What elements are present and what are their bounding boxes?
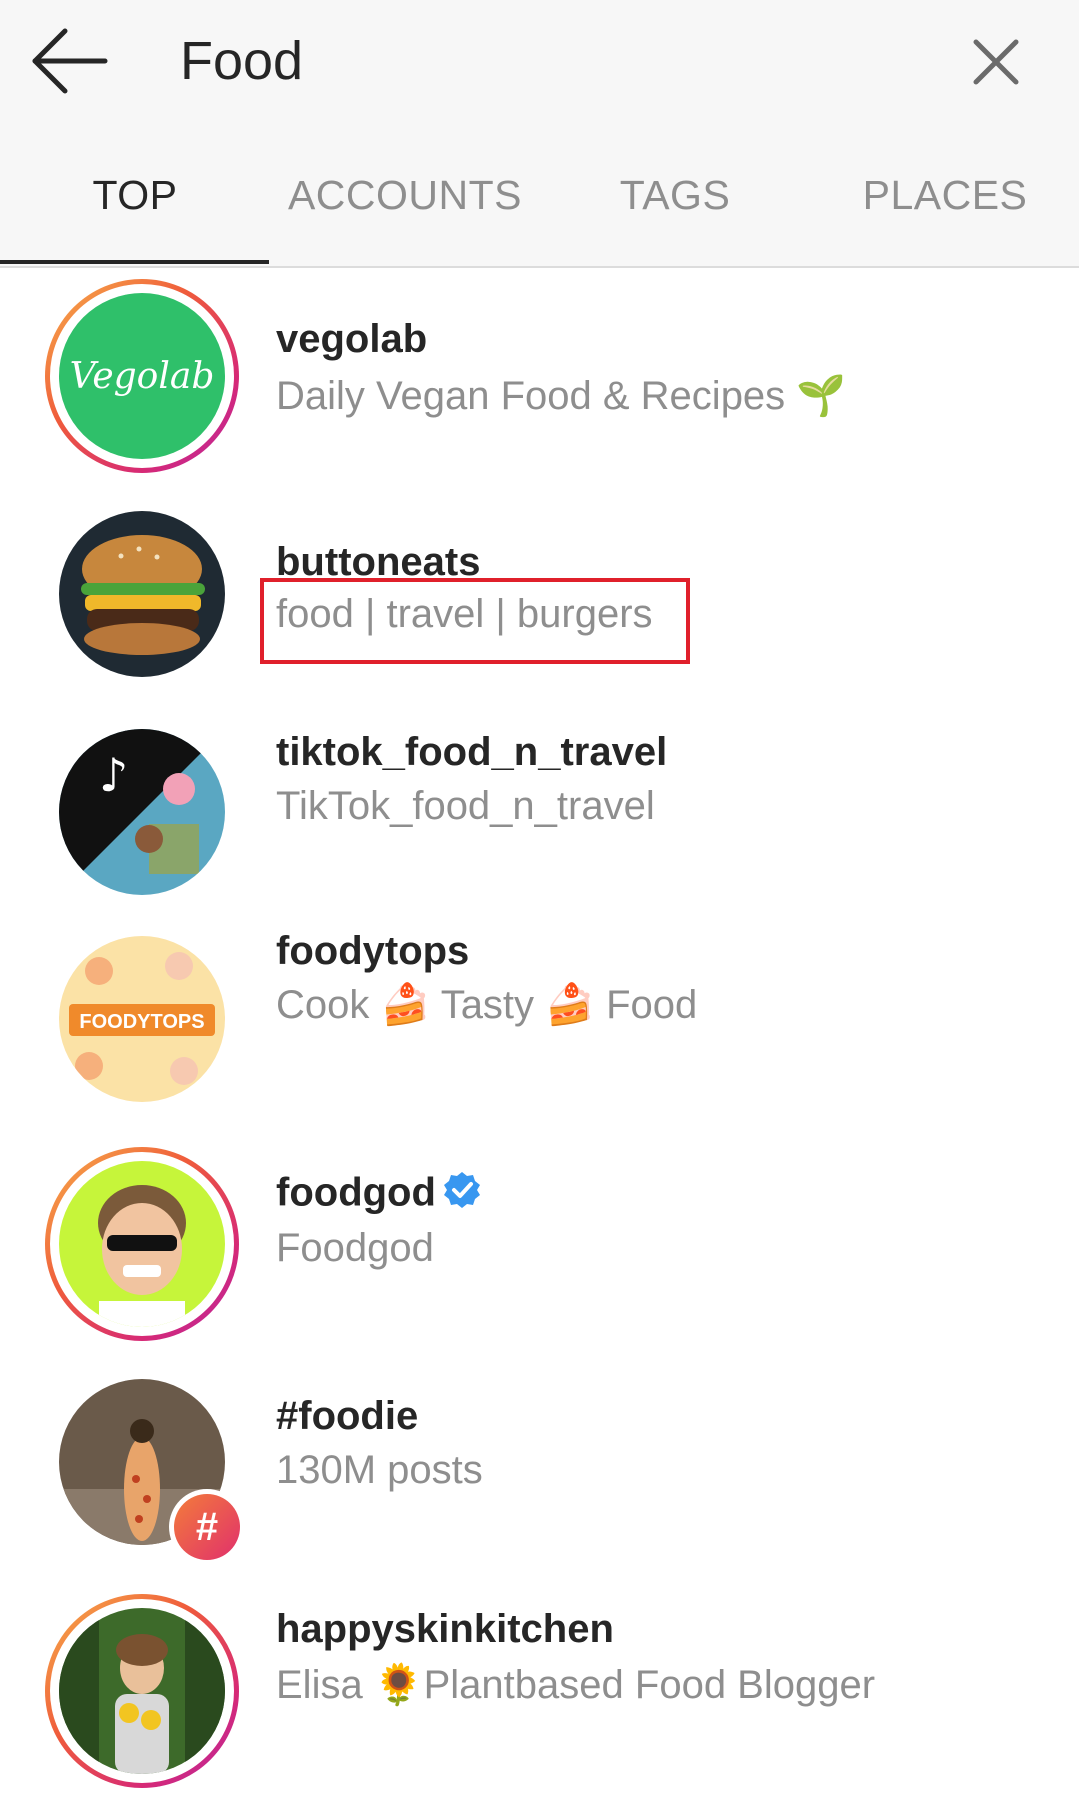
result-subtitle: 130M posts <box>276 1448 483 1492</box>
hashtag-badge-icon: # <box>169 1489 245 1565</box>
tab-places[interactable]: PLACES <box>810 172 1079 232</box>
result-title: vegolab <box>276 317 428 361</box>
svg-text:♪: ♪ <box>99 748 128 802</box>
close-icon[interactable] <box>960 30 1030 92</box>
result-title: foodytops <box>276 929 470 973</box>
avatar: # <box>45 1365 245 1565</box>
result-title-text: foodgod <box>276 1170 436 1215</box>
result-row-foodgod[interactable]: foodgod Foodgod <box>0 1134 1079 1341</box>
result-row-vegolab[interactable]: Vegolab vegolab Daily Vegan Food & Recip… <box>0 266 1079 473</box>
annotation-highlight-box <box>260 578 690 664</box>
avatar <box>45 497 239 691</box>
tab-top[interactable]: TOP <box>0 172 270 232</box>
tab-accounts[interactable]: ACCOUNTS <box>270 172 540 232</box>
tab-tags[interactable]: TAGS <box>540 172 810 232</box>
result-title: happyskinkitchen <box>276 1607 614 1651</box>
search-header: Food TOP ACCOUNTS TAGS PLACES <box>0 0 1079 268</box>
vegolab-logo-text: Vegolab <box>70 356 215 397</box>
verified-badge-icon <box>442 1170 482 1220</box>
avatar: Vegolab <box>45 279 239 473</box>
active-tab-indicator <box>0 260 269 264</box>
result-subtitle: Elisa 🌻Plantbased Food Blogger <box>276 1663 876 1707</box>
result-subtitle: TikTok_food_n_travel <box>276 784 655 828</box>
avatar: FOODYTOPS <box>45 922 239 1116</box>
result-row-foodytops[interactable]: FOODYTOPS foodytops Cook 🍰 Tasty 🍰 Food <box>0 909 1079 1109</box>
avatar: ♪ <box>45 715 239 909</box>
search-input[interactable]: Food <box>180 28 303 94</box>
result-subtitle: Foodgod <box>276 1226 434 1270</box>
foodytops-logo-text: FOODYTOPS <box>79 1011 204 1033</box>
avatar <box>45 1147 239 1341</box>
result-row-hashtag-foodie[interactable]: # #foodie 130M posts <box>0 1352 1079 1565</box>
back-arrow-icon[interactable] <box>25 25 115 97</box>
result-row-tiktok[interactable]: ♪ tiktok_food_n_travel TikTok_food_n_tra… <box>0 702 1079 902</box>
result-subtitle: Daily Vegan Food & Recipes 🌱 <box>276 374 847 418</box>
avatar <box>45 1594 239 1788</box>
result-title: foodgod <box>276 1170 482 1220</box>
result-row-happyskinkitchen[interactable]: happyskinkitchen Elisa 🌻Plantbased Food … <box>0 1581 1079 1788</box>
result-subtitle: Cook 🍰 Tasty 🍰 Food <box>276 983 698 1027</box>
result-title: tiktok_food_n_travel <box>276 730 668 774</box>
result-title: #foodie <box>276 1394 419 1438</box>
